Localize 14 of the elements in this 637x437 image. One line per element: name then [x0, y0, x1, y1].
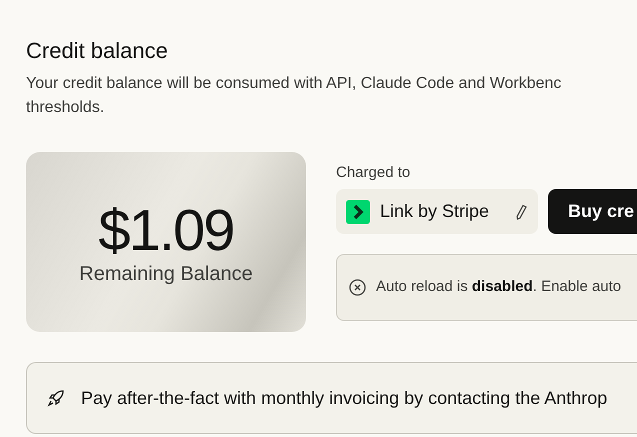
balance-label: Remaining Balance [79, 262, 253, 287]
rocket-icon [47, 389, 65, 407]
balance-amount: $1.09 [98, 201, 234, 261]
section-title: Credit balance [26, 37, 168, 65]
payment-method-name: Link by Stripe [380, 200, 490, 223]
description-text: thresholds. [26, 98, 104, 118]
payment-method[interactable]: Link by Stripe [336, 189, 538, 234]
description-text: Your credit balance will be consumed with API, Claude Code and Workbenc [26, 74, 562, 94]
auto-reload-text: Auto reload is disabled. Enable auto [376, 277, 622, 298]
arrow-logo-icon [346, 200, 370, 224]
invoice-text: Pay after-the-fact with monthly invoicing by contacting the Anthrop [81, 386, 608, 410]
pencil-icon[interactable] [514, 204, 528, 220]
charged-to-label: Charged to [336, 163, 410, 183]
buy-credits-button[interactable]: Buy cre [548, 189, 637, 234]
